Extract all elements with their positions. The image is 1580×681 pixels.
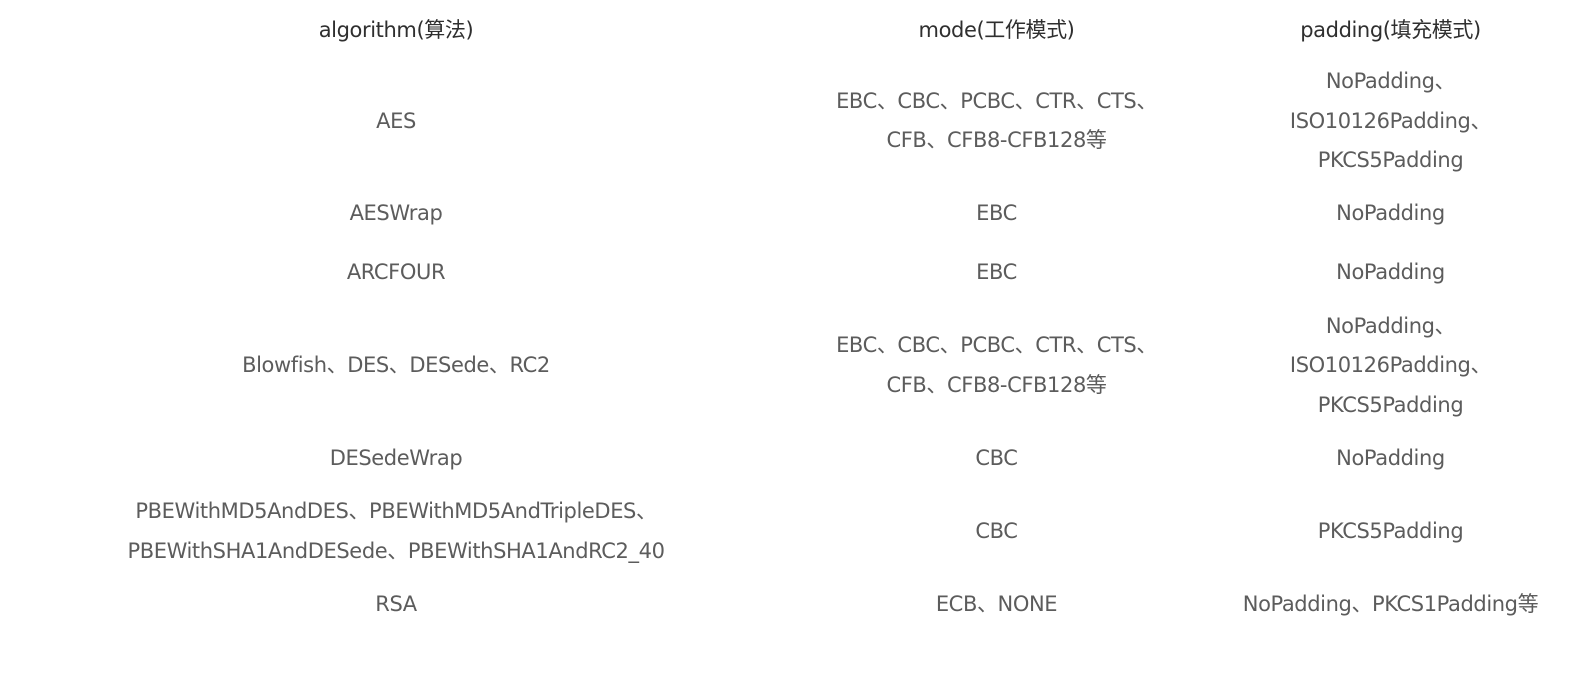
cell-text: EBC: [976, 201, 1017, 226]
table-row: DESedeWrap CBC NoPadding: [0, 429, 1580, 488]
cell-text: RSA: [375, 591, 417, 616]
cell-text: CFB、CFB8-CFB128等: [886, 372, 1107, 397]
cell-text: ISO10126Padding、: [1289, 353, 1492, 377]
cell-padding: NoPadding、 ISO10126Padding、 PKCS5Padding: [1201, 303, 1580, 430]
cell-mode: EBC、CBC、PCBC、CTR、CTS、 CFB、CFB8-CFB128等: [792, 303, 1201, 430]
cell-text: PBEWithMD5AndDES、PBEWithMD5AndTripleDES、: [135, 499, 657, 523]
table-row: RSA ECB、NONE NoPadding、PKCS1Padding等: [0, 575, 1580, 634]
cell-text: PBEWithSHA1AndDESede、PBEWithSHA1AndRC2_4…: [127, 538, 665, 563]
header-algorithm: algorithm(算法): [318, 18, 474, 42]
cell-text: Blowfish、DES、DESede、RC2: [242, 353, 550, 377]
cell-text: ECB、NONE: [935, 591, 1058, 616]
cell-mode: CBC: [792, 488, 1201, 575]
cell-mode: CBC: [792, 429, 1201, 488]
cell-text: CFB、CFB8-CFB128等: [886, 128, 1107, 153]
cell-text: ISO10126Padding、: [1289, 108, 1492, 133]
cell-text: EBC、CBC、PCBC、CTR、CTS、: [836, 333, 1157, 358]
cell-text: NoPadding: [1336, 445, 1445, 470]
cell-algorithm: ARCFOUR: [0, 244, 792, 303]
cell-text: NoPadding、: [1325, 69, 1456, 93]
cell-padding: NoPadding: [1201, 185, 1580, 244]
cell-text: CBC: [975, 445, 1018, 470]
cell-text: AESWrap: [349, 201, 443, 226]
table-row: ARCFOUR EBC NoPadding: [0, 244, 1580, 303]
table-row: AESWrap EBC NoPadding: [0, 185, 1580, 244]
cell-mode: EBC: [792, 244, 1201, 303]
cell-text: AES: [376, 108, 416, 133]
cell-algorithm: AESWrap: [0, 185, 792, 244]
cell-padding: NoPadding、 ISO10126Padding、 PKCS5Padding: [1201, 58, 1580, 185]
cell-text: CBC: [975, 518, 1018, 543]
table-row: Blowfish、DES、DESede、RC2 EBC、CBC、PCBC、CTR…: [0, 303, 1580, 430]
cell-padding: NoPadding: [1201, 429, 1580, 488]
table-header: algorithm(算法) mode(工作模式) padding(填充模式): [0, 0, 1580, 58]
table-row: PBEWithMD5AndDES、PBEWithMD5AndTripleDES、…: [0, 488, 1580, 575]
cell-text: ARCFOUR: [346, 260, 446, 285]
cell-text: DESedeWrap: [329, 445, 463, 470]
cell-text: NoPadding、PKCS1Padding等: [1242, 591, 1539, 616]
cell-algorithm: Blowfish、DES、DESede、RC2: [0, 303, 792, 430]
cell-algorithm: RSA: [0, 575, 792, 634]
table-body: AES EBC、CBC、PCBC、CTR、CTS、 CFB、CFB8-CFB12…: [0, 58, 1580, 634]
cell-algorithm: AES: [0, 58, 792, 185]
cell-text: PKCS5Padding: [1317, 148, 1464, 172]
cell-mode: EBC: [792, 185, 1201, 244]
cell-padding: NoPadding、PKCS1Padding等: [1201, 575, 1580, 634]
cell-text: NoPadding: [1336, 201, 1445, 226]
cell-text: PKCS5Padding: [1317, 518, 1464, 543]
cell-mode: EBC、CBC、PCBC、CTR、CTS、 CFB、CFB8-CFB128等: [792, 58, 1201, 185]
cell-padding: NoPadding: [1201, 244, 1580, 303]
cell-text: EBC: [976, 260, 1017, 285]
cell-text: EBC、CBC、PCBC、CTR、CTS、: [836, 88, 1157, 113]
table-row: AES EBC、CBC、PCBC、CTR、CTS、 CFB、CFB8-CFB12…: [0, 58, 1580, 185]
cell-text: PKCS5Padding: [1317, 392, 1464, 417]
cell-text: NoPadding: [1336, 260, 1445, 285]
header-row: algorithm(算法) mode(工作模式) padding(填充模式): [0, 0, 1580, 58]
cell-algorithm: PBEWithMD5AndDES、PBEWithMD5AndTripleDES、…: [0, 488, 792, 575]
header-padding: padding(填充模式): [1300, 18, 1481, 42]
cell-padding: PKCS5Padding: [1201, 488, 1580, 575]
cell-text: NoPadding、: [1325, 313, 1456, 338]
header-mode: mode(工作模式): [918, 18, 1075, 42]
cell-algorithm: DESedeWrap: [0, 429, 792, 488]
cell-mode: ECB、NONE: [792, 575, 1201, 634]
cipher-algorithm-table: algorithm(算法) mode(工作模式) padding(填充模式) A…: [0, 0, 1580, 634]
